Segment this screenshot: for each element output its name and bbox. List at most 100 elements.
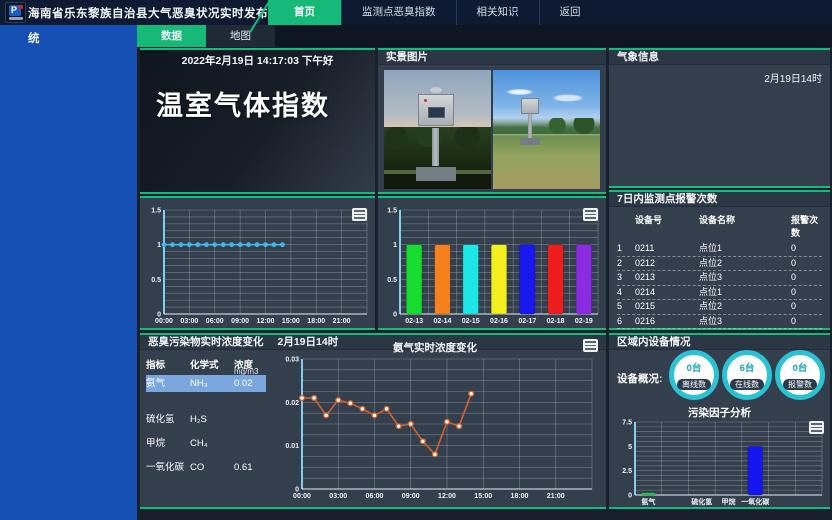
chart-menu-icon[interactable] <box>583 208 598 221</box>
daily-index-bar-chart[interactable]: 02-1302-1402-1502-1602-1702-1802-1900.51… <box>378 202 606 330</box>
svg-text:02-13: 02-13 <box>405 318 423 325</box>
nav-item-back[interactable]: 返回 <box>539 0 601 25</box>
stat-offline: 0台 离线数 <box>669 350 719 400</box>
monitor-device-sensor <box>430 87 442 93</box>
svg-text:02-19: 02-19 <box>575 318 593 325</box>
svg-text:0.01: 0.01 <box>285 443 299 450</box>
svg-text:0.5: 0.5 <box>387 277 397 284</box>
logo-subtext <box>9 17 23 20</box>
svg-text:0: 0 <box>393 312 397 319</box>
col-device-name: 设备名称 <box>699 213 791 239</box>
svg-text:1: 1 <box>157 242 161 249</box>
alarm-table-header: 设备号 设备名称 报警次数 <box>617 213 822 239</box>
dashboard-content: 2022年2月19日 14:17:03 下午好 温室气体指数 实景图片 <box>137 47 832 520</box>
panel-alarms: 7日内监测点报警次数 设备号 设备名称 报警次数 10211点位10 20212… <box>609 190 830 330</box>
table-row: 60216点位30 <box>617 315 822 330</box>
svg-text:15:00: 15:00 <box>474 493 492 500</box>
svg-text:0: 0 <box>295 487 299 494</box>
nav-item-home[interactable]: 首页 <box>268 0 341 25</box>
chart-menu-icon[interactable] <box>809 421 824 434</box>
panel-ghg-chart: 00:0003:0006:0009:0012:0015:0018:0021:00… <box>140 196 375 330</box>
logo-red-dot <box>19 5 23 9</box>
svg-text:09:00: 09:00 <box>402 493 420 500</box>
svg-text:5: 5 <box>628 444 632 451</box>
table-row: 20212点位20 <box>617 257 822 272</box>
svg-text:00:00: 00:00 <box>293 493 311 500</box>
svg-text:2.5: 2.5 <box>622 468 632 475</box>
device-overview-label: 设备概况: <box>617 371 663 386</box>
table-row: 10211点位10 <box>617 242 822 257</box>
greenhouse-gas-title: 温室气体指数 <box>156 84 330 123</box>
svg-text:硫化氢: 硫化氢 <box>691 497 712 506</box>
col-device-id: 设备号 <box>635 213 699 239</box>
site-photo-right <box>493 70 600 189</box>
monitor-device-base <box>520 138 540 145</box>
odor-row-h2s[interactable]: 硫化氢 H₂S <box>146 411 266 428</box>
panel-odor: 恶臭污染物实时浓度变化2月19日14时 指标 化学式 浓度 mg/m3 氨气 N… <box>140 333 606 509</box>
svg-text:02-16: 02-16 <box>490 318 508 325</box>
alarm-table: 设备号 设备名称 报警次数 10211点位10 20212点位20 30213点… <box>617 213 822 329</box>
panel-weather: 气象信息 2月19日14时 <box>609 48 830 188</box>
system-title-wrap: 统 <box>28 30 40 46</box>
svg-text:03:00: 03:00 <box>329 493 347 500</box>
svg-text:0.03: 0.03 <box>285 357 299 364</box>
col-alarm-count: 报警次数 <box>791 213 822 239</box>
svg-text:15:00: 15:00 <box>282 318 300 325</box>
svg-text:一氧化碳: 一氧化碳 <box>741 497 770 506</box>
chart-menu-icon[interactable] <box>352 208 367 221</box>
tab-data[interactable]: 数据 <box>137 25 206 47</box>
chart-menu-icon[interactable] <box>583 339 598 352</box>
table-row: 30213点位30 <box>617 271 822 286</box>
nav-item-knowledge[interactable]: 相关知识 <box>456 0 539 25</box>
svg-text:18:00: 18:00 <box>511 493 529 500</box>
app-window: P 海南省乐东黎族自治县大气恶臭状况实时发布系 首页 监测点恶臭指数 相关知识 … <box>0 0 832 520</box>
ghg-index-line-chart[interactable]: 00:0003:0006:0009:0012:0015:0018:0021:00… <box>140 202 375 330</box>
svg-text:21:00: 21:00 <box>547 493 565 500</box>
svg-text:06:00: 06:00 <box>366 493 384 500</box>
monitor-device-pole <box>528 112 532 140</box>
odor-row-nh3[interactable]: 氨气 NH₃ 0.02 <box>146 375 266 392</box>
svg-text:12:00: 12:00 <box>257 318 275 325</box>
photo-clouds <box>493 80 600 111</box>
svg-text:18:00: 18:00 <box>307 318 325 325</box>
logo-glyph: P <box>11 4 17 16</box>
panel-daily-chart: 02-1302-1402-1502-1602-1702-1802-1900.51… <box>378 196 606 330</box>
svg-text:氨气: 氨气 <box>641 497 655 506</box>
svg-text:0.02: 0.02 <box>285 400 299 407</box>
left-sidebar <box>0 25 137 520</box>
pollution-factor-bar-chart[interactable]: 氨气硫化氢甲烷一氧化碳02.557.5 <box>609 417 830 509</box>
logo-icon: P <box>5 2 26 23</box>
svg-text:0: 0 <box>157 312 161 319</box>
svg-text:1.5: 1.5 <box>151 208 161 215</box>
panel-greeting: 2022年2月19日 14:17:03 下午好 温室气体指数 <box>140 48 375 194</box>
svg-text:21:00: 21:00 <box>333 318 351 325</box>
alarms-panel-title: 7日内监测点报警次数 <box>609 192 830 207</box>
tab-bar: 数据 地图 <box>137 25 832 47</box>
nh3-concentration-line-chart[interactable]: 00:0003:0006:0009:0012:0015:0018:0021:00… <box>270 353 602 505</box>
weather-timestamp: 2月19日14时 <box>764 70 822 85</box>
monitor-device-box <box>521 98 539 114</box>
nav-item-monitor-odor-index[interactable]: 监测点恶臭指数 <box>341 0 456 25</box>
svg-text:02-15: 02-15 <box>462 318 480 325</box>
odor-row-ch4[interactable]: 甲烷 CH₄ <box>146 435 266 452</box>
monitor-device-base <box>416 167 456 181</box>
table-row: 50215点位20 <box>617 300 822 315</box>
svg-text:1: 1 <box>393 242 397 249</box>
datetime-text: 2022年2月19日 14:17:03 下午好 <box>140 53 375 68</box>
main-nav: 首页 监测点恶臭指数 相关知识 返回 <box>268 0 601 25</box>
monitor-device-box <box>418 94 454 126</box>
svg-text:00:00: 00:00 <box>155 318 173 325</box>
svg-text:03:00: 03:00 <box>180 318 198 325</box>
stat-online: 6台 在线数 <box>722 350 772 400</box>
svg-text:7.5: 7.5 <box>622 420 632 427</box>
monitor-device-pole <box>432 128 439 166</box>
stat-alarm: 0台 报警数 <box>775 350 825 400</box>
tab-map[interactable]: 地图 <box>206 25 275 47</box>
top-bar: P 海南省乐东黎族自治县大气恶臭状况实时发布系 首页 监测点恶臭指数 相关知识 … <box>0 0 832 25</box>
odor-row-co[interactable]: 一氧化碳 CO 0.61 <box>146 459 266 476</box>
svg-text:1.5: 1.5 <box>387 208 397 215</box>
svg-text:02-14: 02-14 <box>433 318 451 325</box>
panel-devices: 区域内设备情况 设备概况: 0台 离线数 6台 在线数 0台 报警数 污染因子分… <box>609 333 830 509</box>
photos-panel-title: 实景图片 <box>378 50 606 65</box>
svg-text:02-17: 02-17 <box>518 318 536 325</box>
